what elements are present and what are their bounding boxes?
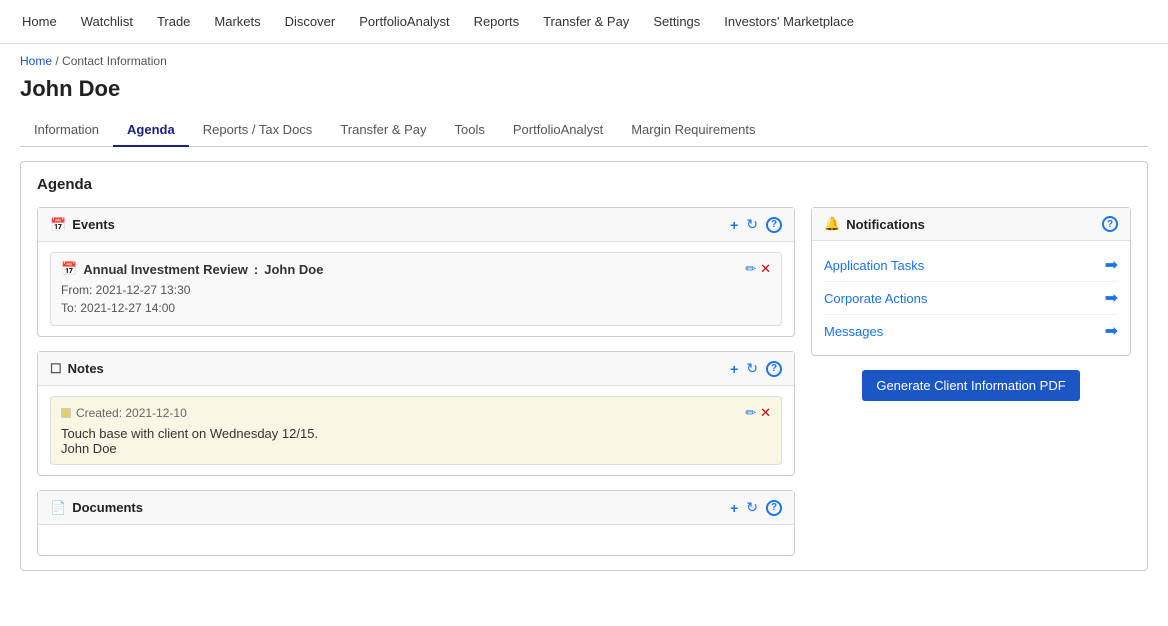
agenda-section: Agenda 📅 Events + ↻ ? xyxy=(20,161,1148,571)
tab-margin-requirements[interactable]: Margin Requirements xyxy=(617,114,769,147)
nav-item-watchlist[interactable]: Watchlist xyxy=(69,0,145,44)
notif-row-application-tasks[interactable]: Application Tasks ➡ xyxy=(824,249,1118,282)
notif-label-corporate-actions: Corporate Actions xyxy=(824,291,927,306)
tab-transfer-pay[interactable]: Transfer & Pay xyxy=(326,114,440,147)
documents-help-icon[interactable]: ? xyxy=(766,500,782,516)
events-header-right: + ↻ ? xyxy=(730,216,782,233)
notes-add-button[interactable]: + xyxy=(730,361,738,377)
agenda-left-column: 📅 Events + ↻ ? 📅 xyxy=(37,207,795,556)
bell-icon: 🔔 xyxy=(824,216,840,232)
notes-card-header: ☐ Notes + ↻ ? xyxy=(38,352,794,386)
note-item: Created: 2021-12-10 ✏ ✕ Touch base with … xyxy=(50,396,782,465)
notifications-card: 🔔 Notifications ? Application Tasks ➡ Co… xyxy=(811,207,1131,356)
documents-header-right: + ↻ ? xyxy=(730,499,782,516)
agenda-right-column: 🔔 Notifications ? Application Tasks ➡ Co… xyxy=(811,207,1131,556)
notif-row-messages[interactable]: Messages ➡ xyxy=(824,315,1118,347)
notifications-help-icon[interactable]: ? xyxy=(1102,216,1118,232)
nav-item-discover[interactable]: Discover xyxy=(273,0,348,44)
event-to: To: 2021-12-27 14:00 xyxy=(61,299,771,317)
documents-header-label: Documents xyxy=(72,500,143,515)
notes-header-right: + ↻ ? xyxy=(730,360,782,377)
documents-header-left: 📄 Documents xyxy=(50,500,143,516)
event-item-header: 📅 Annual Investment Review : John Doe ✏ … xyxy=(61,261,771,277)
notif-arrow-messages: ➡ xyxy=(1105,321,1118,341)
event-calendar-icon: 📅 xyxy=(61,261,77,277)
event-name: Annual Investment Review xyxy=(83,262,248,277)
nav-item-settings[interactable]: Settings xyxy=(641,0,712,44)
agenda-columns: 📅 Events + ↻ ? 📅 xyxy=(37,207,1131,556)
event-from: From: 2021-12-27 13:30 xyxy=(61,281,771,299)
tab-portfolioanalyst[interactable]: PortfolioAnalyst xyxy=(499,114,617,147)
note-edit-button[interactable]: ✏ xyxy=(745,405,756,421)
notes-refresh-button[interactable]: ↻ xyxy=(746,360,758,377)
documents-icon: 📄 xyxy=(50,500,66,516)
nav-item-trade[interactable]: Trade xyxy=(145,0,202,44)
notif-label-application-tasks: Application Tasks xyxy=(824,258,924,273)
note-author: John Doe xyxy=(61,441,771,456)
nav-item-markets[interactable]: Markets xyxy=(202,0,272,44)
events-header-left: 📅 Events xyxy=(50,217,115,233)
notif-row-corporate-actions[interactable]: Corporate Actions ➡ xyxy=(824,282,1118,315)
nav-item-home[interactable]: Home xyxy=(10,0,69,44)
notes-card-body: Created: 2021-12-10 ✏ ✕ Touch base with … xyxy=(38,386,794,475)
note-created-label: Created: 2021-12-10 xyxy=(76,406,187,420)
page-title: John Doe xyxy=(20,76,1148,102)
events-help-icon[interactable]: ? xyxy=(766,217,782,233)
calendar-icon: 📅 xyxy=(50,217,66,233)
notif-arrow-application-tasks: ➡ xyxy=(1105,255,1118,275)
events-card-body: 📅 Annual Investment Review : John Doe ✏ … xyxy=(38,242,794,336)
note-delete-button[interactable]: ✕ xyxy=(760,405,771,421)
agenda-title: Agenda xyxy=(37,176,1131,193)
documents-add-button[interactable]: + xyxy=(730,500,738,516)
notes-card: ☐ Notes + ↻ ? xyxy=(37,351,795,476)
events-add-button[interactable]: + xyxy=(730,217,738,233)
notes-header-left: ☐ Notes xyxy=(50,361,104,377)
notifications-header-left: 🔔 Notifications xyxy=(824,216,925,232)
documents-refresh-button[interactable]: ↻ xyxy=(746,499,758,516)
event-actions: ✏ ✕ xyxy=(745,261,771,277)
notes-header-label: Notes xyxy=(68,361,104,376)
event-edit-button[interactable]: ✏ xyxy=(745,261,756,277)
tab-tools[interactable]: Tools xyxy=(441,114,499,147)
event-delete-button[interactable]: ✕ xyxy=(760,261,771,277)
notifications-header: 🔔 Notifications ? xyxy=(812,208,1130,241)
tab-information[interactable]: Information xyxy=(20,114,113,147)
breadcrumb-current: Contact Information xyxy=(62,54,167,68)
note-actions: ✏ ✕ xyxy=(745,405,771,421)
notifications-header-label: Notifications xyxy=(846,217,925,232)
note-date: Created: 2021-12-10 xyxy=(61,406,187,420)
events-header-label: Events xyxy=(72,217,115,232)
nav-item-reports[interactable]: Reports xyxy=(462,0,532,44)
documents-card-header: 📄 Documents + ↻ ? xyxy=(38,491,794,525)
note-created-row: Created: 2021-12-10 ✏ ✕ xyxy=(61,405,771,421)
breadcrumb-home[interactable]: Home xyxy=(20,54,52,68)
tab-agenda[interactable]: Agenda xyxy=(113,114,189,147)
top-navigation: Home Watchlist Trade Markets Discover Po… xyxy=(0,0,1168,44)
note-dot-icon xyxy=(61,408,71,418)
event-title: 📅 Annual Investment Review : John Doe xyxy=(61,261,323,277)
notes-help-icon[interactable]: ? xyxy=(766,361,782,377)
tab-reports-tax-docs[interactable]: Reports / Tax Docs xyxy=(189,114,327,147)
events-card: 📅 Events + ↻ ? 📅 xyxy=(37,207,795,337)
event-separator: : xyxy=(254,262,258,277)
notif-label-messages: Messages xyxy=(824,324,883,339)
event-person: John Doe xyxy=(264,262,323,277)
documents-card: 📄 Documents + ↻ ? xyxy=(37,490,795,556)
notes-icon: ☐ xyxy=(50,361,62,377)
events-card-header: 📅 Events + ↻ ? xyxy=(38,208,794,242)
generate-pdf-button[interactable]: Generate Client Information PDF xyxy=(862,370,1079,401)
nav-item-portfolioanalyst[interactable]: PortfolioAnalyst xyxy=(347,0,461,44)
event-meta: From: 2021-12-27 13:30 To: 2021-12-27 14… xyxy=(61,281,771,317)
events-refresh-button[interactable]: ↻ xyxy=(746,216,758,233)
notif-arrow-corporate-actions: ➡ xyxy=(1105,288,1118,308)
breadcrumb: Home / Contact Information xyxy=(20,54,1148,68)
event-item: 📅 Annual Investment Review : John Doe ✏ … xyxy=(50,252,782,326)
note-text: Touch base with client on Wednesday 12/1… xyxy=(61,426,771,441)
documents-card-body xyxy=(38,525,794,555)
main-content: Home / Contact Information John Doe Info… xyxy=(0,44,1168,626)
nav-item-transferpay[interactable]: Transfer & Pay xyxy=(531,0,641,44)
nav-item-marketplace[interactable]: Investors' Marketplace xyxy=(712,0,866,44)
notifications-body: Application Tasks ➡ Corporate Actions ➡ … xyxy=(812,241,1130,355)
tab-bar: Information Agenda Reports / Tax Docs Tr… xyxy=(20,114,1148,147)
